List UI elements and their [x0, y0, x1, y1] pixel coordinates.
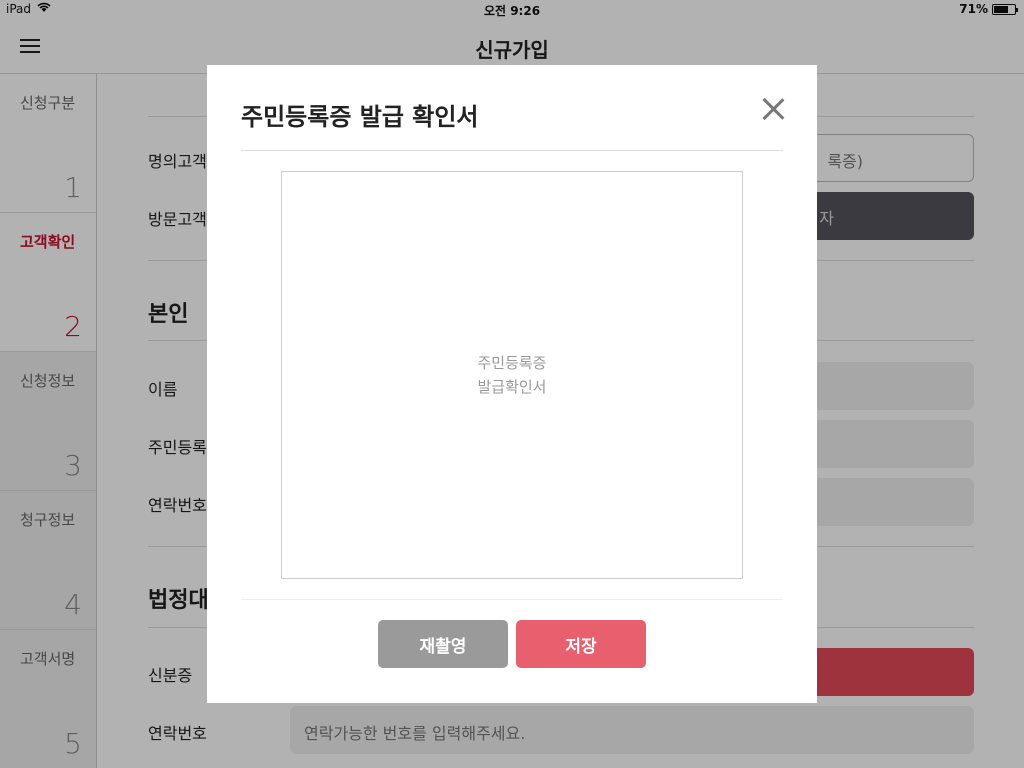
modal-title: 주민등록증 발급 확인서 — [241, 103, 479, 131]
preview-line-2: 발급확인서 — [477, 378, 547, 396]
save-button[interactable]: 저장 — [516, 620, 646, 668]
close-icon[interactable] — [761, 97, 785, 121]
document-preview: 주민등록증 발급확인서 — [281, 171, 743, 579]
modal-divider-bottom — [241, 599, 783, 600]
modal-divider-top — [241, 150, 783, 151]
retake-button[interactable]: 재촬영 — [378, 620, 508, 668]
preview-line-1: 주민등록증 — [477, 354, 547, 372]
id-confirmation-modal: 주민등록증 발급 확인서 주민등록증 발급확인서 재촬영 저장 — [207, 65, 817, 703]
